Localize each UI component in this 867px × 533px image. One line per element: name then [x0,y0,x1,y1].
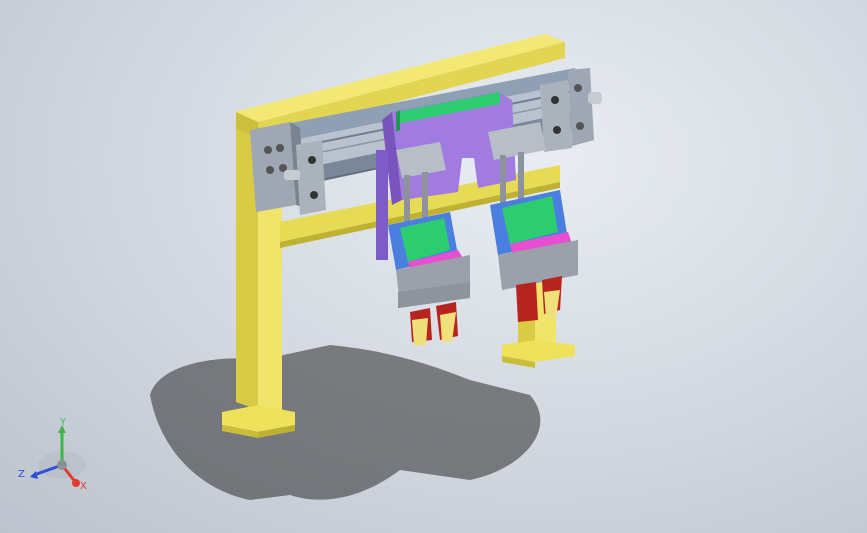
triad-x-label: X [80,481,87,492]
right-gripper [488,122,578,322]
floor-shadow [150,345,541,500]
gripper-assembly-model[interactable] [0,0,867,533]
triad-y-label: Y [59,417,67,428]
cad-viewport[interactable]: Y Z X [0,0,867,533]
coordinate-triad[interactable]: Y Z X [12,415,102,495]
triad-z-label: Z [18,469,25,480]
